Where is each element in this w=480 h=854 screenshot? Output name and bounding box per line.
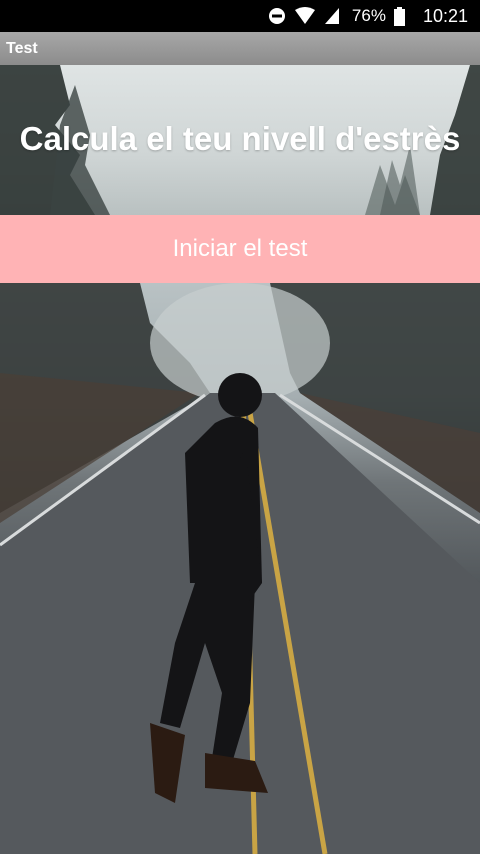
clock: 10:21	[422, 5, 468, 26]
status-bar: 76% 10:21	[0, 0, 480, 32]
road-scene-illustration	[0, 283, 480, 854]
start-test-button[interactable]: Iniciar el test	[0, 215, 480, 283]
signal-icon	[324, 7, 340, 25]
wifi-icon	[294, 7, 316, 25]
road-background-image	[0, 283, 480, 854]
page-title: Calcula el teu nivell d'estrès	[19, 120, 461, 157]
do-not-disturb-icon	[268, 7, 286, 25]
hero-image: Calcula el teu nivell d'estrès	[0, 65, 480, 215]
app-title: Test	[6, 39, 38, 57]
battery-percent: 76%	[351, 6, 386, 25]
battery-icon	[393, 6, 405, 26]
app-title-bar: Test	[0, 32, 480, 65]
